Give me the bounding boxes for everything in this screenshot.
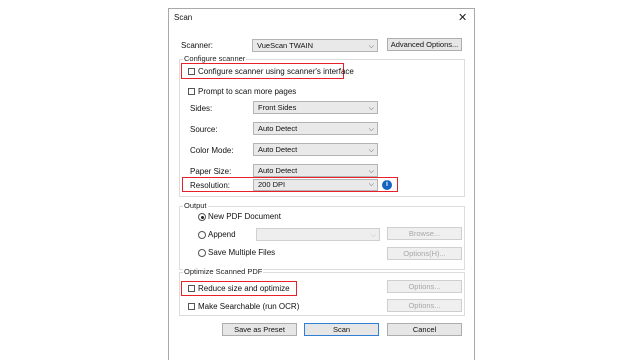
color-mode-select-value: Auto Detect <box>258 145 298 154</box>
paper-size-select-value: Auto Detect <box>258 166 298 175</box>
browse-button[interactable]: Browse... <box>387 227 462 240</box>
append-radio[interactable] <box>198 231 206 239</box>
paper-size-select[interactable]: Auto Detect ⌵ <box>253 164 378 177</box>
color-mode-label: Color Mode: <box>190 146 234 155</box>
reduce-size-label: Reduce size and optimize <box>198 284 290 293</box>
source-select[interactable]: Auto Detect ⌵ <box>253 122 378 135</box>
scanner-select[interactable]: VueScan TWAIN ⌵ <box>252 39 378 52</box>
chevron-down-icon: ⌵ <box>368 147 374 154</box>
close-icon[interactable]: ✕ <box>458 11 467 24</box>
info-icon[interactable]: i <box>382 180 392 190</box>
chevron-down-icon: ⌵ <box>370 232 376 239</box>
use-interface-checkbox[interactable] <box>188 68 195 75</box>
source-label: Source: <box>190 125 218 134</box>
scan-dialog: Scan ✕ Scanner: VueScan TWAIN ⌵ Advanced… <box>168 8 475 360</box>
append-target-select[interactable]: ⌵ <box>256 228 380 241</box>
scanner-label: Scanner: <box>181 41 214 50</box>
dialog-title: Scan <box>174 13 193 22</box>
cancel-button[interactable]: Cancel <box>387 323 462 336</box>
resolution-select[interactable]: 200 DPI ⌵ <box>253 179 378 191</box>
sides-select[interactable]: Front Sides ⌵ <box>253 101 378 114</box>
resolution-select-value: 200 DPI <box>258 180 286 189</box>
optimize-group-label: Optimize Scanned PDF <box>183 267 264 276</box>
scanner-select-value: VueScan TWAIN <box>257 41 313 50</box>
reduce-size-checkbox[interactable] <box>188 285 195 292</box>
chevron-down-icon: ⌵ <box>368 105 374 112</box>
chevron-down-icon: ⌵ <box>368 168 374 175</box>
prompt-more-pages-checkbox[interactable] <box>188 88 195 95</box>
use-interface-label: Configure scanner using scanner's interf… <box>198 67 354 76</box>
append-label: Append <box>208 230 236 239</box>
reduce-options-button[interactable]: Options... <box>387 280 462 293</box>
new-pdf-radio[interactable] <box>198 213 206 221</box>
new-pdf-label: New PDF Document <box>208 212 281 221</box>
options-h-button[interactable]: Options(H)... <box>387 247 462 260</box>
sides-select-value: Front Sides <box>258 103 297 112</box>
sides-label: Sides: <box>190 104 213 113</box>
chevron-down-icon: ⌵ <box>368 181 374 188</box>
color-mode-select[interactable]: Auto Detect ⌵ <box>253 143 378 156</box>
resolution-label: Resolution: <box>190 181 231 190</box>
configure-scanner-group-label: Configure scanner <box>183 54 247 63</box>
source-select-value: Auto Detect <box>258 124 298 133</box>
save-as-preset-button[interactable]: Save as Preset <box>222 323 297 336</box>
chevron-down-icon: ⌵ <box>368 43 374 50</box>
prompt-more-pages-label: Prompt to scan more pages <box>198 87 297 96</box>
save-multiple-label: Save Multiple Files <box>208 248 276 257</box>
searchable-options-button[interactable]: Options... <box>387 299 462 312</box>
output-group-label: Output <box>183 201 208 210</box>
chevron-down-icon: ⌵ <box>368 126 374 133</box>
make-searchable-checkbox[interactable] <box>188 303 195 310</box>
save-multiple-radio[interactable] <box>198 249 206 257</box>
make-searchable-label: Make Searchable (run OCR) <box>198 302 300 311</box>
scan-button[interactable]: Scan <box>304 323 379 336</box>
paper-size-label: Paper Size: <box>190 167 232 176</box>
advanced-options-button[interactable]: Advanced Options... <box>387 38 462 51</box>
